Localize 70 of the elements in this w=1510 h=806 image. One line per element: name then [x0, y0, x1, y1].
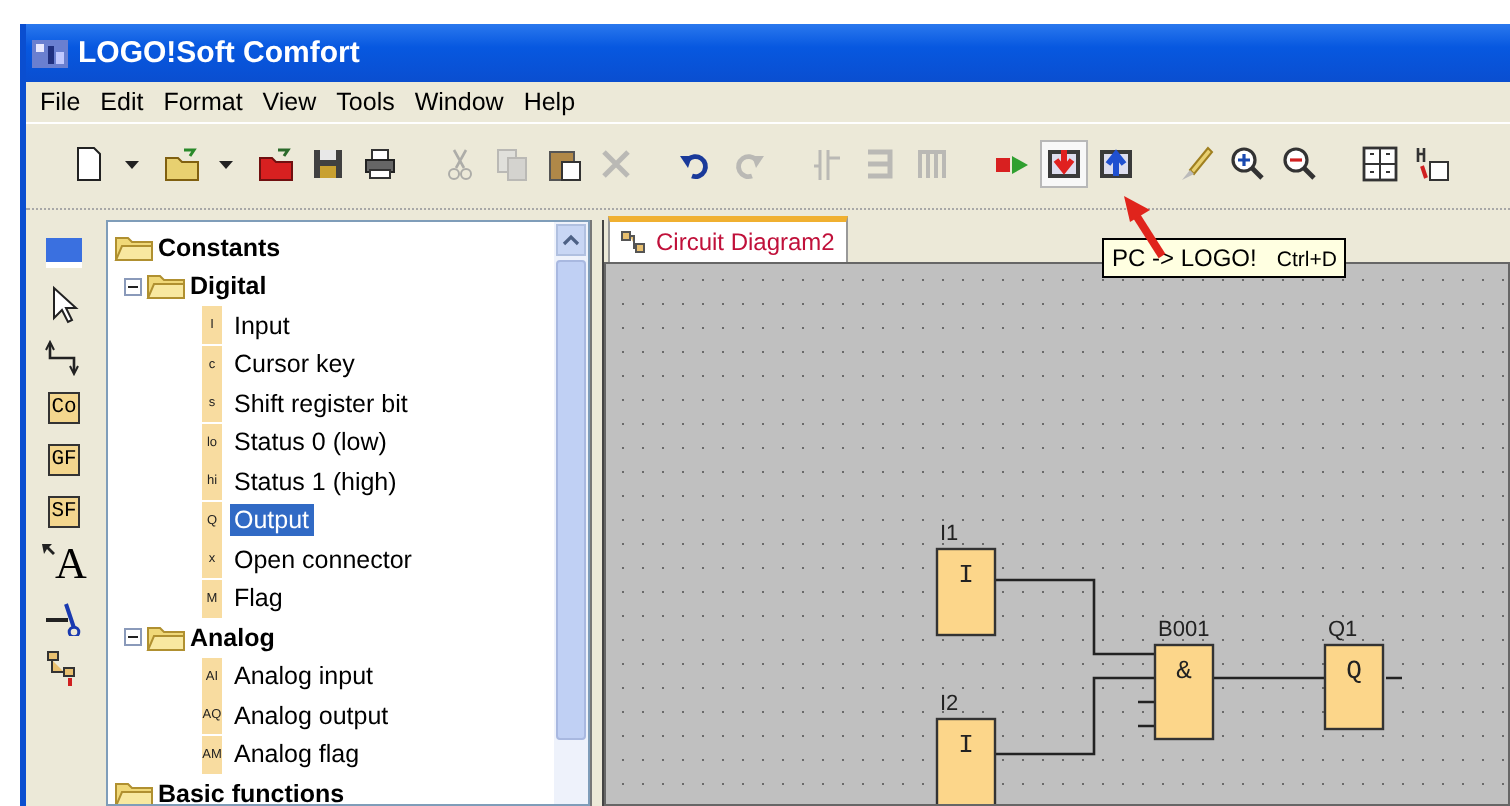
tree-item[interactable]: Analog flag — [230, 738, 364, 771]
function-block[interactable] — [935, 547, 997, 637]
tree-item[interactable]: Analog input — [230, 660, 378, 693]
block-symbol: I — [958, 560, 974, 590]
tree-item[interactable]: Status 1 (high) — [230, 465, 401, 498]
grid-icon — [1360, 144, 1400, 184]
collapse-toggle[interactable] — [124, 277, 142, 296]
function-block[interactable] — [935, 717, 997, 804]
network-icon — [1412, 144, 1452, 184]
zoom-in-icon — [1228, 144, 1268, 184]
tree-folder[interactable]: Analog — [190, 623, 275, 652]
brush-icon — [1176, 144, 1216, 184]
folder-icon — [114, 779, 154, 804]
diagram-icon — [618, 228, 650, 256]
tool-button[interactable]: SF — [47, 495, 81, 527]
menu-item[interactable]: View — [252, 86, 327, 118]
frame-icon — [912, 144, 952, 184]
tree-item[interactable]: Analog output — [230, 699, 393, 732]
menu-item[interactable]: Format — [153, 86, 253, 118]
function-block[interactable] — [1153, 643, 1215, 741]
block-symbol: Q — [1346, 656, 1362, 686]
shortcut-label: Ctrl+D — [1276, 248, 1337, 272]
collapse-toggle[interactable] — [124, 628, 142, 647]
printer-icon — [360, 144, 400, 184]
block-label: I2 — [940, 692, 959, 716]
app-icon — [30, 35, 70, 71]
arrow-icon — [41, 543, 56, 557]
tree-item[interactable]: Status 0 (low) — [230, 426, 391, 459]
scrollbar[interactable] — [554, 222, 588, 804]
block-symbol: I — [958, 730, 974, 760]
tree-item[interactable]: Input — [230, 309, 294, 342]
block-label: Q1 — [1328, 618, 1358, 642]
scroll-thumb[interactable] — [556, 260, 586, 740]
block-label: B001 — [1158, 618, 1210, 642]
diagram-tab[interactable]: Circuit Diagram2 — [608, 216, 849, 262]
tree-item[interactable]: Flag — [230, 582, 287, 615]
folder-icon — [162, 144, 202, 184]
zoom-out-icon — [1280, 144, 1320, 184]
chevron-up-icon — [562, 234, 580, 246]
caret-icon — [217, 159, 233, 169]
tree-folder[interactable]: Basic functions — [158, 779, 345, 804]
tool-button[interactable]: GF — [47, 443, 81, 475]
scroll-up-button[interactable] — [556, 224, 586, 256]
tool-button[interactable]: Co — [47, 391, 81, 423]
folder-icon — [146, 623, 186, 652]
toolbar-button[interactable] — [1040, 140, 1088, 188]
tree-item[interactable]: Open connector — [230, 543, 416, 576]
tree-item[interactable]: Cursor key — [230, 348, 359, 381]
folder-icon — [114, 233, 154, 262]
upload-icon — [1096, 144, 1136, 184]
window-title: LOGO!Soft Comfort — [78, 36, 360, 70]
tree-folder[interactable]: Digital — [190, 272, 267, 301]
tree-folder[interactable]: Constants — [158, 233, 281, 262]
tree-item[interactable]: Output — [230, 504, 314, 537]
menu-item[interactable]: File — [30, 86, 91, 118]
download-icon — [1044, 144, 1084, 184]
block-symbol: & — [1176, 656, 1192, 686]
folder-icon — [256, 144, 296, 184]
copy-icon — [492, 144, 532, 184]
folder-icon — [146, 272, 186, 301]
menu-item[interactable]: Help — [513, 86, 586, 118]
caret-icon — [123, 159, 139, 169]
menu-item[interactable]: Edit — [90, 86, 154, 118]
function-block[interactable] — [1323, 643, 1385, 731]
menu-item[interactable]: Tools — [326, 86, 405, 118]
text-tool-button[interactable]: A — [41, 541, 87, 585]
block-label: I1 — [940, 522, 959, 546]
tree-item[interactable]: Shift register bit — [230, 387, 412, 420]
splitter[interactable] — [590, 220, 604, 806]
menu-item[interactable]: Window — [404, 86, 514, 118]
